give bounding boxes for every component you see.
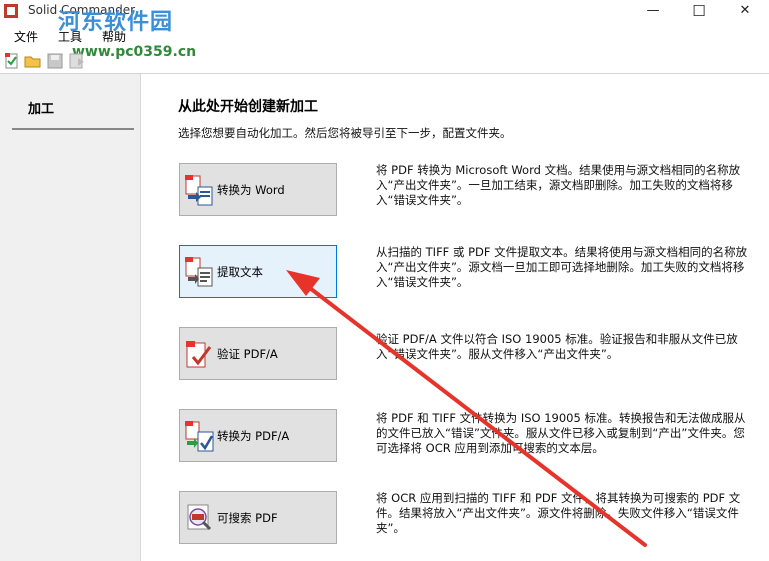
open-folder-icon[interactable]	[24, 52, 42, 70]
extract-text-button[interactable]: 提取文本	[179, 245, 337, 298]
convert-to-pdfa-button[interactable]: 转换为 PDF/A	[179, 409, 337, 462]
convert-to-word-button[interactable]: 转换为 Word	[179, 163, 337, 216]
convert-to-word-label: 转换为 Word	[217, 183, 285, 197]
toolbar	[0, 49, 769, 74]
searchable-pdf-description: 将 OCR 应用到扫描的 TIFF 和 PDF 文件，将其转换为可搜索的 PDF…	[376, 491, 741, 535]
page-subtitle: 选择您想要自动化加工。然后您将被导引至下一步，配置文件夹。	[178, 126, 512, 140]
validate-pdfa-label: 验证 PDF/A	[217, 347, 278, 361]
extract-text-label: 提取文本	[217, 265, 263, 279]
save-icon[interactable]	[46, 52, 64, 70]
maximize-button[interactable]: ☐	[676, 0, 722, 24]
searchable-pdf-icon	[187, 504, 212, 531]
minimize-button[interactable]: —	[630, 0, 676, 24]
convert-to-word-description: 将 PDF 转换为 Microsoft Word 文档。结果使用与源文档相同的名…	[376, 163, 741, 207]
searchable-pdf-label: 可搜索 PDF	[217, 511, 278, 525]
new-job-icon[interactable]	[3, 52, 21, 70]
extract-text-icon	[185, 257, 213, 287]
validate-pdfa-description: 验证 PDF/A 文件以符合 ISO 19005 标准。验证报告和非服从文件已放…	[376, 332, 738, 361]
main-panel: 从此处开始创建新加工 选择您想要自动化加工。然后您将被导引至下一步，配置文件夹。…	[141, 74, 769, 561]
watermark-name: 河东软件园	[58, 9, 174, 35]
convert-to-pdfa-label: 转换为 PDF/A	[217, 429, 290, 443]
convert-to-pdfa-icon	[185, 421, 214, 452]
run-icon[interactable]	[68, 52, 86, 70]
menu-file[interactable]: 文件	[14, 28, 38, 45]
sidebar: 加工	[0, 74, 141, 561]
validate-pdfa-icon	[186, 341, 212, 368]
app-icon	[4, 4, 18, 18]
extract-text-description: 从扫描的 TIFF 或 PDF 文件提取文本。结果将使用与源文档相同的名称放入“…	[376, 245, 748, 289]
validate-pdfa-button[interactable]: 验证 PDF/A	[179, 327, 337, 380]
convert-to-pdfa-description: 将 PDF 和 TIFF 文件转换为 ISO 19005 标准。转换报告和无法做…	[376, 411, 746, 455]
convert-to-word-icon	[185, 175, 213, 206]
close-button[interactable]: ✕	[722, 0, 768, 24]
sidebar-tab-label: 加工	[28, 102, 55, 117]
searchable-pdf-button[interactable]: 可搜索 PDF	[179, 491, 337, 544]
page-title: 从此处开始创建新加工	[178, 99, 318, 115]
sidebar-tab-processing[interactable]: 加工	[12, 90, 134, 130]
